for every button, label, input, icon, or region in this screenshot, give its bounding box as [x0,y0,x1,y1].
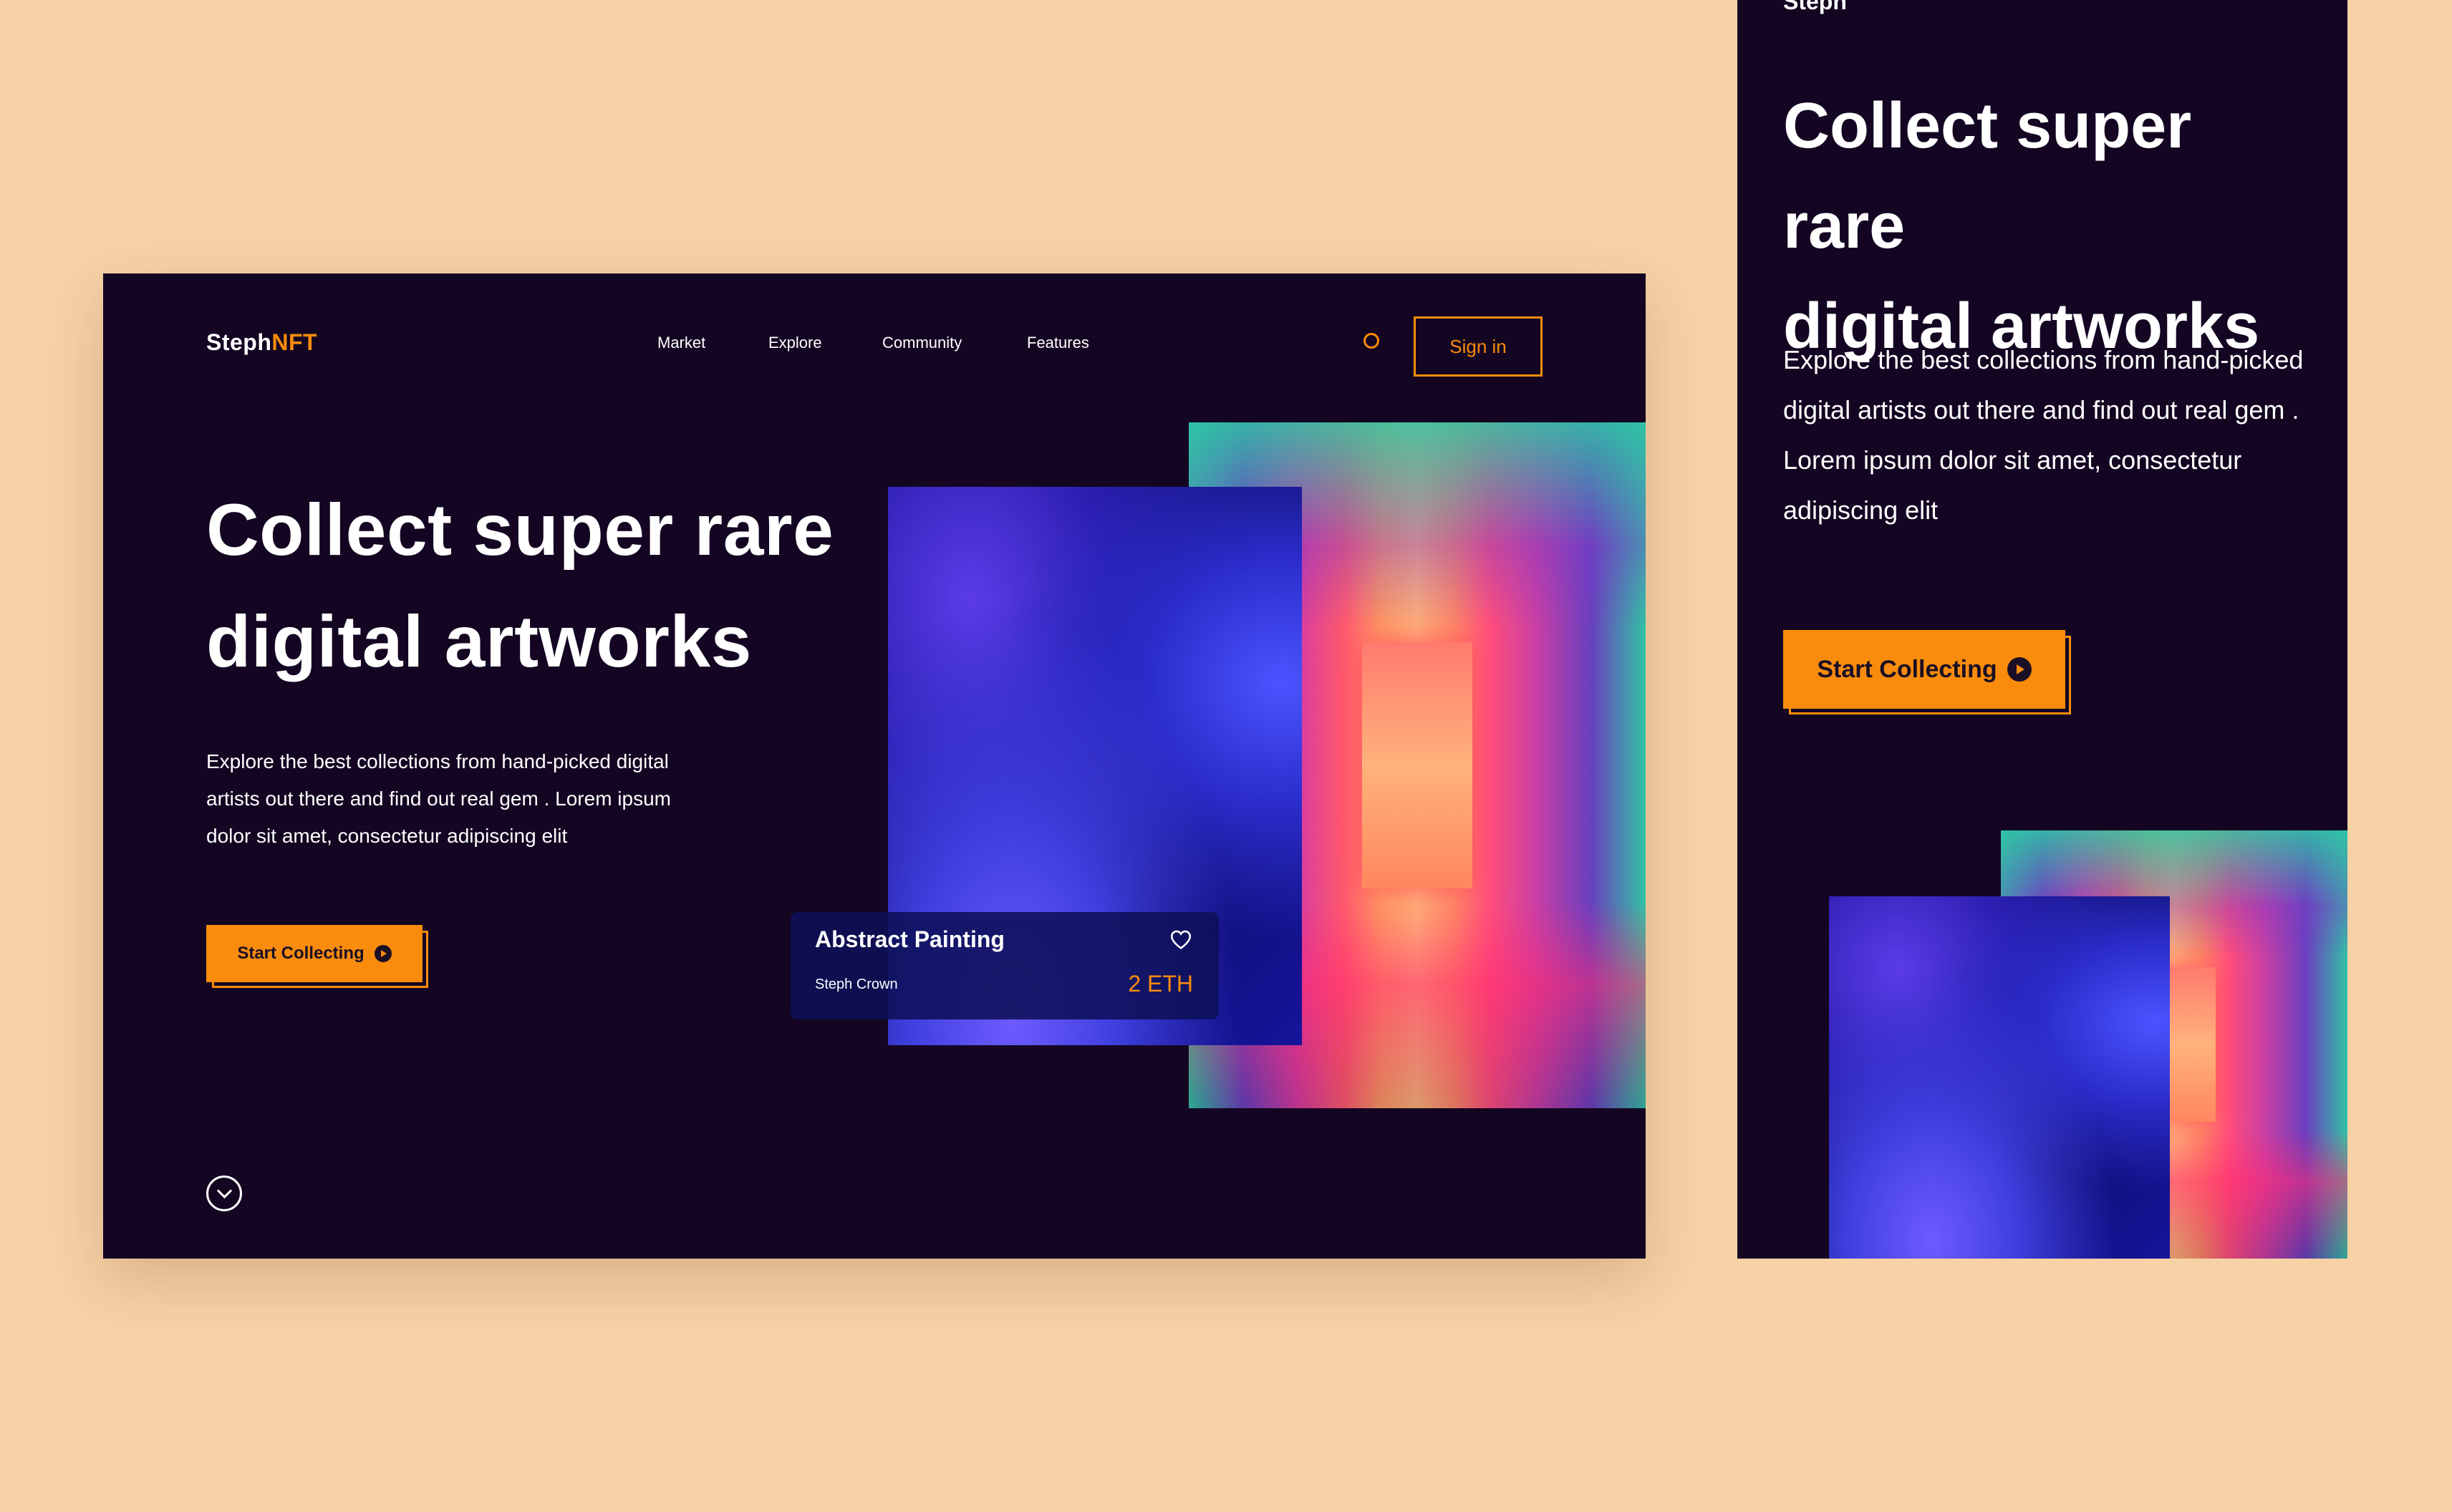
hero-title: Collect super rare digital artworks [206,474,922,697]
mobile-hero-title-line-1: Collect super rare [1783,90,2192,262]
artwork-card[interactable]: Abstract Painting Steph Crown 2 ETH [791,912,1219,1019]
nav-market[interactable]: Market [657,334,705,352]
hero-description: Explore the best collections from hand-p… [206,750,671,847]
mobile-abstract-blob-artwork-image [1829,896,2170,1259]
play-icon [374,945,392,962]
mobile-button-face: Start Collecting [1783,630,2065,709]
nav-community[interactable]: Community [882,334,962,352]
artwork-artist: Steph Crown [815,976,898,992]
brand-accent: NFT [271,329,318,355]
mobile-play-icon [2007,657,2032,682]
desktop-landing-page: StephNFT Market Explore Community Featur… [103,273,1646,1259]
nav-features[interactable]: Features [1027,334,1089,352]
start-collecting-label: Start Collecting [237,944,365,963]
hero-title-line-1: Collect super rare [206,489,834,571]
start-collecting-button[interactable]: Start Collecting [206,925,428,988]
search-icon[interactable] [1363,333,1379,349]
nav-explore[interactable]: Explore [768,334,822,352]
brand-logo[interactable]: StephNFT [206,329,317,356]
heart-icon[interactable] [1169,928,1193,952]
button-face: Start Collecting [206,925,423,982]
mobile-start-collecting-button[interactable]: Start Collecting [1783,630,2071,714]
mobile-hero-description: Explore the best collections from hand-p… [1783,345,2304,525]
mobile-landing-page: Steph Collect super rare digital artwork… [1737,0,2347,1259]
mobile-brand-name: Steph [1783,0,1847,14]
scroll-down-chevron-icon[interactable] [206,1176,242,1211]
hero-title-line-2: digital artworks [206,601,752,682]
mobile-brand-logo[interactable]: Steph [1783,0,1847,15]
artwork-title: Abstract Painting [815,926,1005,952]
artwork-price: 2 ETH [1128,971,1193,997]
mobile-hero-title: Collect super rare digital artworks [1783,76,2327,377]
corridor-door [1362,641,1472,889]
sign-in-button[interactable]: Sign in [1414,316,1543,377]
mobile-start-collecting-label: Start Collecting [1817,655,1997,683]
brand-name: Steph [206,329,272,355]
